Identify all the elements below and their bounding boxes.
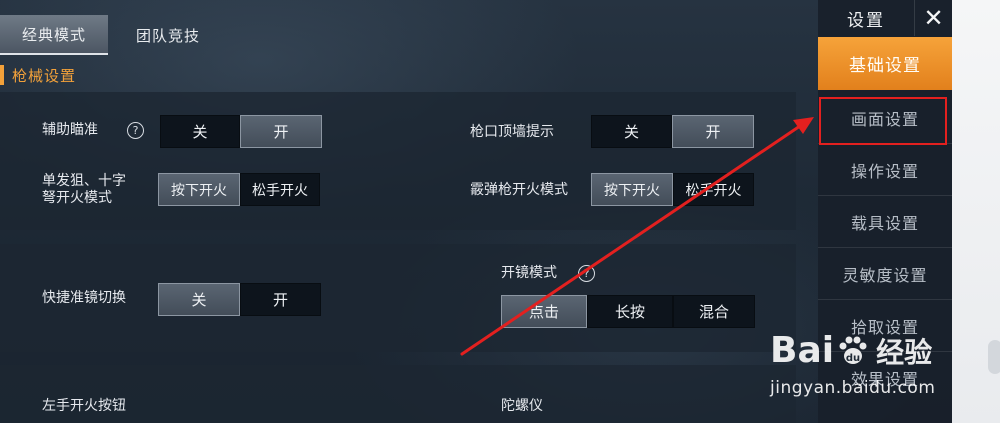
watermark-brand: Bai du 经验	[770, 330, 932, 371]
svg-text:du: du	[846, 353, 860, 364]
baidu-watermark: Bai du 经验 jingyan.baidu.com	[770, 330, 960, 410]
arrow-head	[793, 117, 814, 134]
watermark-brand-left: Bai	[770, 330, 835, 371]
paw-icon: du	[839, 336, 867, 364]
watermark-brand-right: 经验	[876, 335, 933, 369]
watermark-url: jingyan.baidu.com	[770, 378, 936, 398]
arrow-shaft	[460, 124, 802, 356]
